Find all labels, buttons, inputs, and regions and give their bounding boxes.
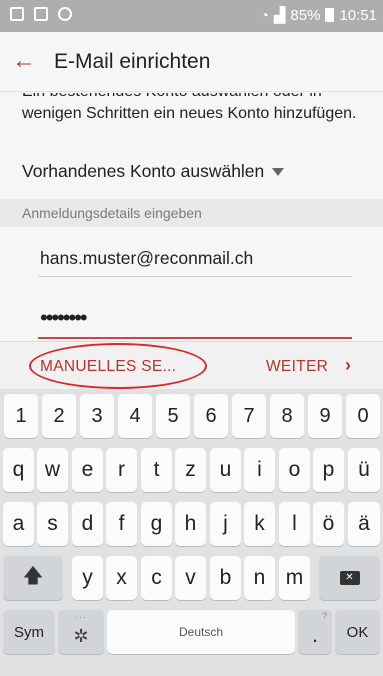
section-header: Anmeldungsdetails eingeben bbox=[0, 199, 383, 227]
settings-key[interactable]: ··· ✲ bbox=[58, 610, 104, 654]
status-indicators: ◔ ▟ 85% 10:51 bbox=[260, 6, 377, 25]
app-bar: ← E-Mail einrichten bbox=[0, 32, 383, 92]
next-button[interactable]: WEITER bbox=[266, 358, 328, 376]
key-z[interactable]: z bbox=[175, 448, 206, 492]
key-u[interactable]: u bbox=[210, 448, 241, 492]
key-v[interactable]: v bbox=[175, 556, 206, 600]
key-a[interactable]: a bbox=[3, 502, 34, 546]
key-8[interactable]: 8 bbox=[270, 394, 304, 438]
account-picker-label: Vorhandenes Konto auswählen bbox=[22, 161, 265, 181]
notification-icons bbox=[10, 7, 72, 21]
more-dots-icon: ··· bbox=[75, 612, 87, 622]
key-j[interactable]: j bbox=[210, 502, 241, 546]
backspace-key[interactable]: ✕ bbox=[319, 556, 380, 600]
key-d[interactable]: d bbox=[72, 502, 103, 546]
key-w[interactable]: w bbox=[37, 448, 68, 492]
key-s[interactable]: s bbox=[37, 502, 68, 546]
key-0[interactable]: 0 bbox=[346, 394, 380, 438]
key-ae[interactable]: ä bbox=[348, 502, 380, 546]
keyboard: 1 2 3 4 5 6 7 8 9 0 q w e r t z u i o p … bbox=[0, 389, 383, 676]
key-h[interactable]: h bbox=[175, 502, 206, 546]
key-6[interactable]: 6 bbox=[194, 394, 228, 438]
key-r[interactable]: r bbox=[106, 448, 137, 492]
key-t[interactable]: t bbox=[141, 448, 172, 492]
password-underline bbox=[38, 337, 352, 339]
key-3[interactable]: 3 bbox=[80, 394, 114, 438]
question-hint: ? bbox=[321, 611, 327, 621]
password-field[interactable]: •••••••• bbox=[40, 305, 88, 331]
dropdown-caret-icon bbox=[272, 167, 285, 176]
key-n[interactable]: n bbox=[244, 556, 275, 600]
key-2[interactable]: 2 bbox=[42, 394, 76, 438]
key-y[interactable]: y bbox=[72, 556, 103, 600]
email-field[interactable]: hans.muster@reconmail.ch bbox=[40, 248, 253, 269]
key-p[interactable]: p bbox=[313, 448, 344, 492]
annotation-circle bbox=[29, 343, 207, 389]
email-underline bbox=[38, 276, 352, 277]
key-oe[interactable]: ö bbox=[313, 502, 344, 546]
key-k[interactable]: k bbox=[244, 502, 275, 546]
key-ue[interactable]: ü bbox=[348, 448, 380, 492]
gear-icon: ✲ bbox=[73, 625, 89, 646]
wifi-icon: ◔ bbox=[260, 7, 269, 23]
app-icon bbox=[58, 7, 72, 21]
period-key[interactable]: ? . bbox=[298, 610, 332, 654]
key-l[interactable]: l bbox=[279, 502, 310, 546]
chevron-right-icon[interactable]: › bbox=[345, 355, 351, 376]
backspace-icon: ✕ bbox=[339, 571, 360, 585]
space-key[interactable]: Deutsch bbox=[107, 610, 295, 654]
key-g[interactable]: g bbox=[141, 502, 172, 546]
clock: 10:51 bbox=[339, 6, 377, 24]
battery-percent: 85% bbox=[290, 6, 321, 24]
key-7[interactable]: 7 bbox=[232, 394, 266, 438]
notification-icon bbox=[10, 7, 24, 21]
shift-key[interactable]: 🡅 bbox=[3, 556, 63, 600]
battery-icon bbox=[325, 8, 335, 22]
key-f[interactable]: f bbox=[106, 502, 137, 546]
content-area: Ein bestehendes Konto auswählen oder in … bbox=[0, 93, 383, 341]
key-c[interactable]: c bbox=[141, 556, 172, 600]
signal-icon: ▟ bbox=[273, 7, 286, 24]
page-title: E-Mail einrichten bbox=[54, 50, 211, 73]
key-1[interactable]: 1 bbox=[4, 394, 38, 438]
shift-arrow-icon: 🡅 bbox=[22, 565, 44, 587]
period-label: . bbox=[312, 624, 318, 647]
key-e[interactable]: e bbox=[72, 448, 103, 492]
image-icon bbox=[34, 7, 48, 21]
back-arrow-icon[interactable]: ← bbox=[10, 46, 38, 76]
account-picker[interactable]: Vorhandenes Konto auswählen bbox=[22, 161, 285, 182]
description-text: Ein bestehendes Konto auswählen oder in … bbox=[22, 93, 357, 122]
key-i[interactable]: i bbox=[244, 448, 275, 492]
status-bar: ◔ ▟ 85% 10:51 bbox=[0, 0, 383, 32]
ok-key[interactable]: OK bbox=[335, 610, 380, 654]
section-header-label: Anmeldungsdetails eingeben bbox=[22, 205, 202, 221]
key-9[interactable]: 9 bbox=[308, 394, 342, 438]
key-m[interactable]: m bbox=[279, 556, 310, 600]
action-bar: MANUELLES SE... WEITER › bbox=[0, 341, 383, 389]
key-4[interactable]: 4 bbox=[118, 394, 152, 438]
key-q[interactable]: q bbox=[3, 448, 34, 492]
key-x[interactable]: x bbox=[106, 556, 137, 600]
key-o[interactable]: o bbox=[279, 448, 310, 492]
key-b[interactable]: b bbox=[210, 556, 241, 600]
sym-key[interactable]: Sym bbox=[3, 610, 55, 654]
key-5[interactable]: 5 bbox=[156, 394, 190, 438]
